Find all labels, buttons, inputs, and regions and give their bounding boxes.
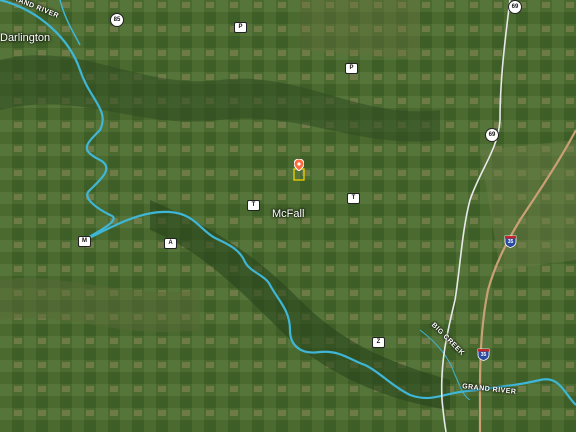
route-shield-t-1: T bbox=[247, 200, 260, 211]
satellite-map[interactable]: Darlington McFall GRAND RIVER GRAND RIVE… bbox=[0, 0, 576, 432]
route-shield-p-1: P bbox=[234, 22, 247, 33]
route-shield-z: Z bbox=[372, 337, 385, 348]
property-pin-icon[interactable] bbox=[294, 159, 304, 171]
route-shield-85: 85 bbox=[110, 13, 124, 27]
interstate-shield-label: 35 bbox=[507, 239, 514, 245]
route-shield-p-2: P bbox=[345, 63, 358, 74]
interstate-shield-35-south: 35 bbox=[477, 348, 490, 361]
interstate-shield-35-north: 35 bbox=[504, 235, 517, 248]
place-label-mcfall: McFall bbox=[272, 208, 305, 220]
route-shield-t-2: T bbox=[347, 193, 360, 204]
route-shield-69-north: 69 bbox=[508, 0, 522, 14]
route-shield-a: A bbox=[164, 238, 177, 249]
place-label-darlington: Darlington bbox=[0, 32, 51, 44]
route-shield-69: 69 bbox=[485, 128, 499, 142]
interstate-shield-label: 35 bbox=[480, 352, 487, 358]
route-shield-m: M bbox=[78, 236, 91, 247]
